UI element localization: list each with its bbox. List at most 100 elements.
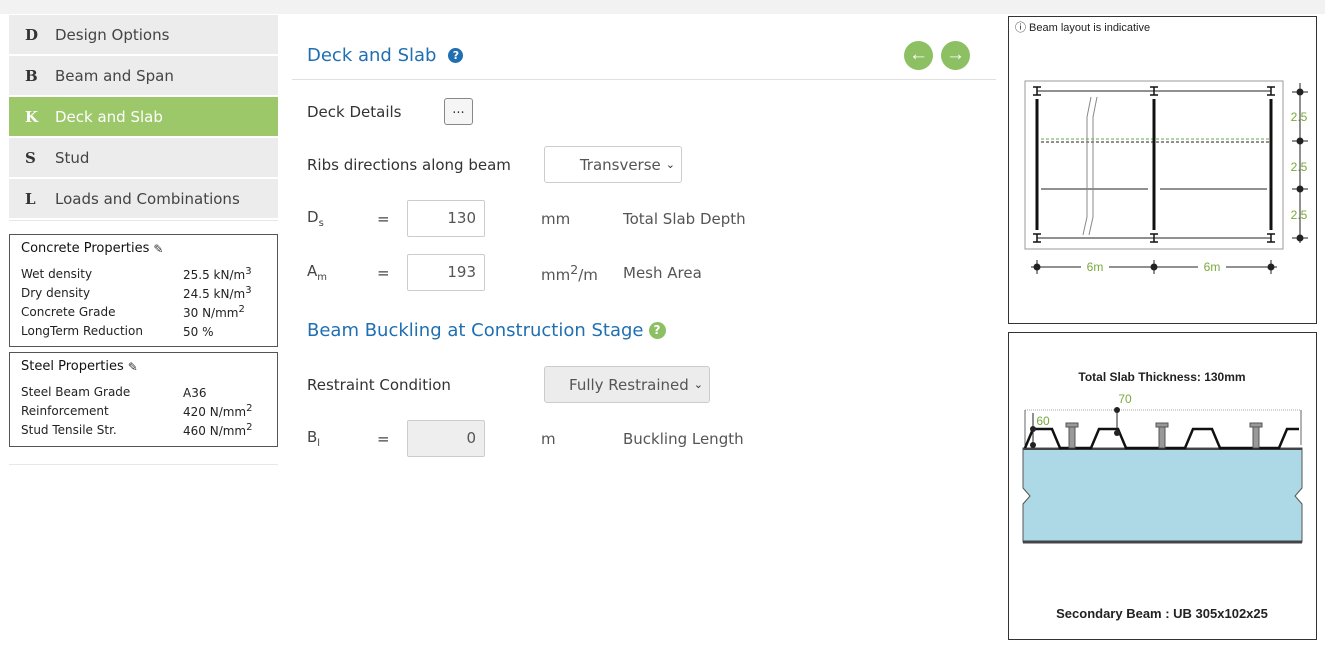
nav-item-deck-and-slab[interactable]: K Deck and Slab [9,97,278,136]
property-row: Reinforcement 420 N/mm2 [21,401,267,420]
beam-layout-diagram: ⓘ Beam layout is indicative 2.5 2.5 2.5 … [1008,16,1317,324]
ribs-direction-value: Transverse [579,155,661,174]
nav-key: L [25,189,36,208]
help-icon[interactable]: ? [448,48,464,63]
nav-label: Design Options [55,25,170,44]
nav-key: D [25,25,39,44]
page-title-text: Deck and Slab [307,45,437,66]
nav-key: B [25,66,38,85]
property-key: Concrete Grade [21,304,116,319]
page-title: Deck and Slab ? [307,45,464,66]
slab-depth-unit: mm [541,209,571,228]
property-row: Wet density 25.5 kN/m3 [21,264,267,283]
arrow-right-icon: → [946,44,965,65]
steel-properties-panel: Steel Properties ✎ Steel Beam Grade A36 R… [9,352,278,447]
concrete-properties-title: Concrete Properties ✎ [21,241,267,256]
slab-depth-symbol: Ds [307,208,324,229]
nav-label: Stud [55,148,90,167]
nav-label: Deck and Slab [55,107,163,126]
equals-sign: = [377,209,390,228]
slab-depth-input[interactable]: 130 [407,200,485,237]
property-value: 460 N/mm2 [183,421,253,438]
slab-depth-description: Total Slab Depth [623,209,746,228]
property-value: 25.5 kN/m3 [183,265,252,282]
next-button[interactable]: → [941,41,970,70]
buckling-length-unit: m [541,429,556,448]
beam-layout-drawing: 2.5 2.5 2.5 6m 6m [1024,80,1308,274]
property-key: LongTerm Reduction [21,323,143,338]
mesh-area-description: Mesh Area [623,263,702,282]
span-label: 6m [1087,260,1104,274]
rib-depth-label: 70 [1118,392,1132,406]
restraint-label: Restraint Condition [307,375,451,394]
spacing-label: 2.5 [1291,110,1308,124]
nav-item-stud[interactable]: S Stud [9,138,278,177]
deck-details-label: Deck Details [307,102,402,121]
arrow-left-icon: ← [909,44,928,65]
nav-divider [9,220,278,221]
nav-key: S [25,148,36,167]
property-row: Dry density 24.5 kN/m3 [21,283,267,302]
concrete-properties-panel: Concrete Properties ✎ Wet density 25.5 kN… [9,234,278,347]
equals-sign: = [377,263,390,282]
nav-item-design-options[interactable]: D Design Options [9,15,278,54]
main-form: Deck and Slab ? ← → Deck Details ... Rib… [292,15,996,457]
sidebar-divider [9,464,278,465]
restraint-value: Fully Restrained [569,375,689,394]
nav-item-loads-and-combinations[interactable]: L Loads and Combinations [9,179,278,218]
property-value: 50 % [183,324,214,339]
edit-icon[interactable]: ✎ [153,242,163,256]
concrete-properties-title-text: Concrete Properties [21,241,150,256]
help-icon[interactable]: ? [648,322,666,339]
property-key: Wet density [21,266,93,281]
buckling-length-row: Bl = 0 m Buckling Length [307,420,744,457]
section-header: Deck and Slab ? ← → [292,15,996,80]
slab-section-drawing: Total Slab Thickness: 130mm 70 60 Second… [1022,370,1303,621]
edit-icon[interactable]: ✎ [128,360,138,374]
spacing-label: 2.5 [1291,208,1308,222]
spacing-label: 2.5 [1291,160,1308,174]
restraint-select[interactable]: Fully Restrained ⌄ [544,366,710,403]
buckling-section-title: Beam Buckling at Construction Stage ? [307,320,666,341]
buckling-length-symbol: Bl [307,428,321,449]
buckling-length-input[interactable]: 0 [407,420,485,457]
mesh-area-row: Am = 193 mm2/m Mesh Area [307,254,702,291]
chevron-down-icon: ⌄ [665,158,675,171]
mesh-area-unit: mm2/m [541,261,598,284]
ribs-direction-row: Ribs directions along beam Transverse ⌄ [307,146,682,183]
deck-details-button[interactable]: ... [444,98,473,125]
sidebar-nav: D Design Options B Beam and Span K Deck … [9,15,278,221]
steel-properties-title-text: Steel Properties [21,359,124,374]
ribs-direction-label: Ribs directions along beam [307,155,511,174]
property-value: 24.5 kN/m3 [183,284,252,301]
chevron-down-icon: ⌄ [693,378,703,391]
property-row: Steel Beam Grade A36 [21,382,267,401]
secondary-beam-caption: Secondary Beam : UB 305x102x25 [1056,606,1268,621]
property-value: A36 [183,385,207,400]
beam-layout-note: ⓘ Beam layout is indicative [1015,22,1151,34]
property-row: LongTerm Reduction 50 % [21,321,267,340]
property-key: Reinforcement [21,403,109,418]
top-bar [0,0,1325,14]
mesh-area-symbol: Am [307,262,328,283]
property-row: Concrete Grade 30 N/mm2 [21,302,267,321]
steel-properties-title: Steel Properties ✎ [21,359,267,374]
nav-item-beam-and-span[interactable]: B Beam and Span [9,56,278,95]
nav-label: Loads and Combinations [55,189,240,208]
slab-thickness-title: Total Slab Thickness: 130mm [1078,370,1245,384]
property-key: Stud Tensile Str. [21,422,117,437]
property-key: Dry density [21,285,91,300]
previous-button[interactable]: ← [904,41,933,70]
property-row: Stud Tensile Str. 460 N/mm2 [21,420,267,439]
property-value: 420 N/mm2 [183,402,253,419]
property-value: 30 N/mm2 [183,303,245,320]
buckling-length-description: Buckling Length [623,429,744,448]
deck-details-row: Deck Details ... [307,98,473,125]
nav-key: K [25,107,39,126]
nav-label: Beam and Span [55,66,174,85]
ribs-direction-select[interactable]: Transverse ⌄ [544,146,682,183]
buckling-section-title-text: Beam Buckling at Construction Stage [307,320,644,341]
deck-height-label: 60 [1036,414,1050,428]
slab-section-diagram: Total Slab Thickness: 130mm 70 60 Second… [1008,332,1317,640]
mesh-area-input[interactable]: 193 [407,254,485,291]
